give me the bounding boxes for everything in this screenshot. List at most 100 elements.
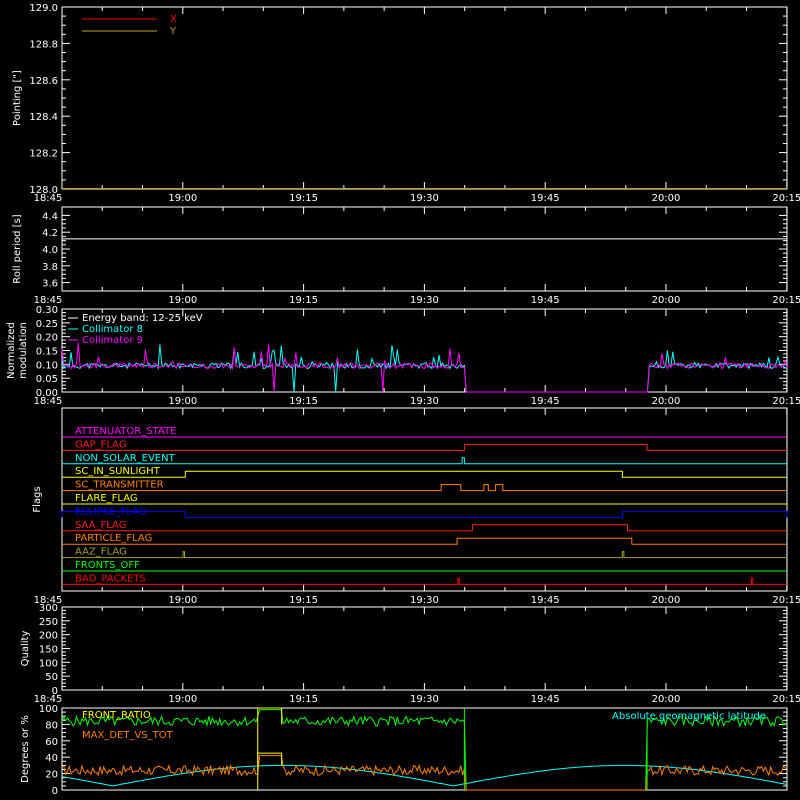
legend-label: Y (169, 26, 177, 37)
y-tick-label: 4.0 (42, 245, 58, 256)
y-tick-label: 128.8 (29, 39, 58, 50)
y-tick-label: 128.4 (29, 112, 58, 123)
y-tick-label: 20 (45, 770, 58, 781)
y-tick-label: 0.00 (36, 388, 58, 399)
x-tick-label: 19:30 (410, 595, 439, 606)
legend-label: Energy band: 12-25 keV (82, 313, 203, 324)
flag-label: AAZ_FLAG (75, 547, 127, 558)
flag-line-gap-flag (62, 443, 787, 451)
x-tick-label: 19:45 (531, 295, 560, 306)
flag-label: SAA_FLAG (75, 520, 126, 531)
flag-label: FLARE_FLAG (75, 493, 138, 504)
y-tick-label: 4.2 (42, 228, 58, 239)
y-tick-label: 128.0 (29, 185, 58, 196)
flag-label: GAP_FLAG (75, 439, 127, 450)
x-tick-label: 20:15 (772, 193, 800, 204)
flag-line-bad-packets (62, 577, 787, 585)
flag-label: ATTENUATOR_STATE (75, 426, 176, 437)
legend-label: Absolute geomagnetic latitude (612, 711, 766, 722)
y-tick-label: 200 (39, 631, 58, 642)
y-tick-label: 300 (39, 603, 58, 614)
y-axis-label: Flags (32, 486, 43, 512)
x-tick-label: 19:00 (168, 694, 197, 705)
y-tick-label: 40 (45, 753, 58, 764)
flag-line-saa-flag (62, 524, 787, 532)
x-tick-label: 19:15 (289, 694, 318, 705)
legend-label: X (170, 14, 177, 25)
legend-label: MAX_DET_VS_TOT (82, 730, 174, 741)
x-tick-label: 20:00 (652, 295, 681, 306)
y-tick-label: 3.8 (42, 262, 58, 273)
x-tick-label: 19:15 (289, 396, 318, 407)
y-tick-label: 0.15 (36, 347, 58, 358)
max-det-vs-tot-line (61, 755, 788, 791)
flag-line-particle-flag (62, 537, 787, 545)
x-tick-label: 20:00 (652, 694, 681, 705)
y-tick-label: 3.6 (42, 279, 58, 290)
flag-label: SC_IN_SUNLIGHT (75, 466, 161, 477)
x-tick-label: 20:15 (772, 694, 800, 705)
y-tick-label: 128.2 (29, 149, 58, 160)
pointing-panel: 18:45 19:00 19:15 19:30 19:45 20:00 20:15128.0… (12, 3, 800, 204)
x-tick-label: 19:00 (168, 595, 197, 606)
y-tick-label: 100 (39, 658, 58, 669)
y-tick-label: 60 (45, 737, 58, 748)
x-tick-label: 19:30 (410, 193, 439, 204)
flag-label: FRONTS_OFF (75, 560, 140, 571)
x-tick-label: 20:15 (772, 396, 800, 407)
y-tick-label: 250 (39, 617, 58, 628)
y-tick-label: 150 (39, 645, 58, 656)
flags-panel: 18:45 19:00 19:15 19:30 19:45 20:00 20:15Flags… (32, 407, 800, 606)
legend-label: Collimator 9 (82, 335, 143, 346)
collimator-9-line (61, 342, 788, 393)
y-tick-label: 0.20 (36, 333, 58, 344)
x-tick-label: 19:15 (289, 193, 318, 204)
x-tick-label: 20:15 (772, 595, 800, 606)
legend-label: FRONT_RATIO (82, 710, 151, 721)
y-tick-label: 0.25 (36, 319, 58, 330)
x-tick-label: 19:00 (168, 396, 197, 407)
flag-label: ECLIPSE_FLAG (75, 506, 146, 517)
y-tick-label: 0 (52, 686, 58, 697)
plot-frame (61, 606, 788, 691)
front-ratio-highlight (257, 707, 283, 790)
y-tick-label: 0.30 (36, 305, 58, 316)
flag-label: BAD_PACKETS (75, 573, 146, 584)
y-tick-label: 129.0 (29, 3, 58, 14)
x-tick-label: 20:15 (772, 295, 800, 306)
y-axis-label: modulation (18, 322, 29, 379)
flag-line-eclipse-flag (61, 510, 788, 518)
flag-label: SC_TRANSMITTER (75, 480, 164, 491)
y-tick-label: 0.10 (36, 360, 58, 371)
x-tick-label: 19:00 (168, 193, 197, 204)
figure: 18:45 19:00 19:15 19:30 19:45 20:00 20:15128.0… (6, 3, 800, 797)
y-tick-label: 0.05 (36, 374, 58, 385)
roll-period-panel: 18:45 19:00 19:15 19:30 19:45 20:00 20:153.63.… (12, 206, 800, 306)
x-tick-label: 19:45 (531, 694, 560, 705)
flag-line-sc-transmitter (62, 484, 787, 492)
y-tick-label: 80 (45, 720, 58, 731)
y-tick-label: 50 (45, 672, 58, 683)
legend-label: Collimator 8 (82, 324, 143, 335)
y-axis-label: Degrees or % (20, 715, 31, 783)
y-axis-label: Roll period [s] (12, 214, 23, 283)
degrees-panel: 0 20 40 60 80 100 Degrees or % FRONT_RATIO MAX_D… (20, 704, 788, 797)
y-tick-label: 4.4 (42, 211, 58, 222)
x-tick-label: 20:00 (652, 396, 681, 407)
x-tick-label: 20:00 (652, 595, 681, 606)
quality-panel: 18:45 19:00 19:15 19:30 19:45 20:00 20:1505010… (20, 603, 800, 705)
y-axis-label: Quality (20, 631, 31, 667)
x-tick-label: 19:00 (168, 295, 197, 306)
max-det-highlight (257, 752, 283, 766)
modulation-panel: 18:45 19:00 19:15 19:30 19:45 20:00 20:150.000… (6, 305, 800, 407)
flag-label: NON_SOLAR_EVENT (75, 453, 176, 464)
plot-frame (61, 206, 788, 292)
x-tick-label: 20:00 (652, 193, 681, 204)
y-axis-label: Normalized (6, 322, 17, 379)
y-tick-label: 0 (52, 786, 58, 797)
x-tick-label: 19:30 (410, 295, 439, 306)
x-tick-label: 19:45 (531, 396, 560, 407)
flag-line-aaz-flag (62, 551, 787, 559)
y-tick-label: 100 (39, 704, 58, 715)
y-axis-label: Pointing ["] (12, 70, 23, 126)
